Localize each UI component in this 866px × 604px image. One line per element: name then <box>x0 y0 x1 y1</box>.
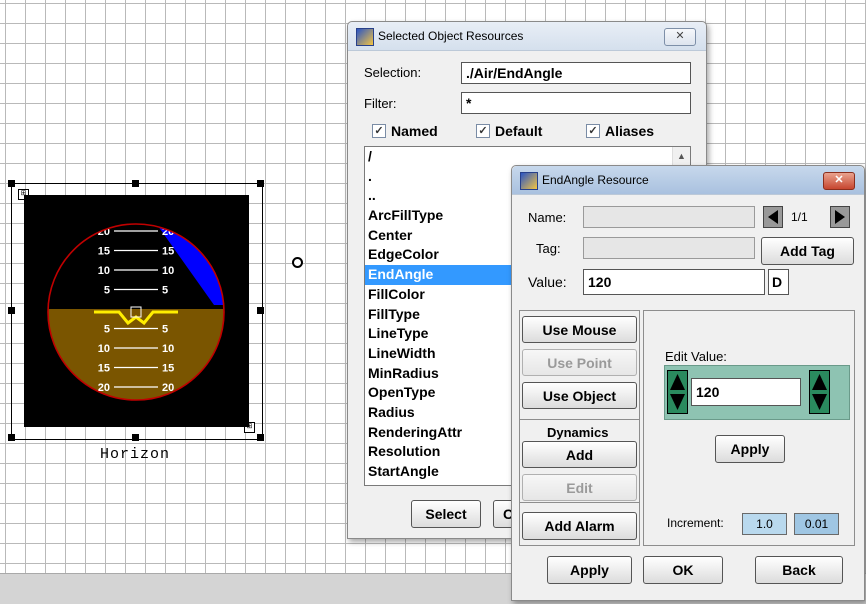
resize-handle[interactable] <box>8 434 15 441</box>
pitch-label: 10 <box>162 265 174 277</box>
selection-input[interactable]: ./Air/EndAngle <box>461 62 691 84</box>
edit-value-label: Edit Value: <box>665 349 727 364</box>
checkbox-label: Named <box>391 123 438 139</box>
selection-label: Selection: <box>364 65 422 80</box>
increment-fine[interactable]: 0.01 <box>794 513 839 535</box>
tag-label: Tag: <box>536 241 561 256</box>
pitch-label: 5 <box>162 324 168 336</box>
previous-arrow-icon[interactable] <box>763 206 783 228</box>
add-dynamics-button[interactable]: Add <box>522 441 637 468</box>
resize-handle[interactable] <box>8 180 15 187</box>
edit-value-input[interactable]: 120 <box>691 378 801 406</box>
pitch-label: 15 <box>98 363 110 375</box>
pitch-label: 5 <box>104 324 110 336</box>
pitch-label: 10 <box>98 343 110 355</box>
close-button[interactable]: ✕ <box>823 172 855 190</box>
value-input[interactable]: 120 <box>583 269 765 295</box>
resize-handle[interactable] <box>257 307 264 314</box>
pitch-label: 15 <box>162 246 174 258</box>
resize-handle[interactable] <box>132 180 139 187</box>
pitch-label: 25 <box>162 402 174 414</box>
pitch-label: 25 <box>98 207 110 219</box>
increment-label: Increment: <box>667 516 724 530</box>
list-item[interactable]: / <box>365 147 690 167</box>
app-icon <box>356 28 374 46</box>
apply-edit-value-button[interactable]: Apply <box>715 435 785 463</box>
add-tag-button[interactable]: Add Tag <box>761 237 854 265</box>
endangle-resource-window: EndAngle Resource ✕ Name: 1/1 Tag: Add T… <box>511 165 865 601</box>
anchor-point-icon[interactable] <box>292 257 303 268</box>
dynamics-label: Dynamics <box>547 425 609 440</box>
pitch-label: 10 <box>162 343 174 355</box>
scroll-up-icon[interactable]: ▲ <box>673 151 690 161</box>
tag-input[interactable] <box>583 237 755 259</box>
increment-spinner-icon[interactable] <box>809 370 830 414</box>
name-label: Name: <box>528 210 567 225</box>
add-alarm-button[interactable]: Add Alarm <box>522 512 637 540</box>
increment-coarse[interactable]: 1.0 <box>742 513 787 535</box>
window-title: Selected Object Resources <box>378 29 524 43</box>
use-point-button[interactable]: Use Point <box>522 349 637 376</box>
back-button[interactable]: Back <box>755 556 843 584</box>
window-title: EndAngle Resource <box>542 173 649 187</box>
apply-button[interactable]: Apply <box>547 556 632 584</box>
horizon-graphic: 25 2520 2015 1510 105 55 510 1015 1520 2025 2530 30 <box>47 207 225 427</box>
page-indicator: 1/1 <box>791 210 808 224</box>
value-label: Value: <box>528 274 567 290</box>
name-input[interactable] <box>583 206 755 228</box>
resize-handle[interactable] <box>132 434 139 441</box>
checkmark-icon: ✓ <box>476 124 490 138</box>
edit-value-panel: Edit Value: 120 Apply Increment: 1.0 0.0… <box>643 310 855 546</box>
aliases-checkbox[interactable]: ✓ Aliases <box>586 123 654 139</box>
checkmark-icon: ✓ <box>372 124 386 138</box>
title-bar[interactable]: EndAngle Resource ✕ <box>512 166 864 195</box>
close-button[interactable]: ✕ <box>664 28 696 46</box>
checkmark-icon: ✓ <box>586 124 600 138</box>
use-mouse-button[interactable]: Use Mouse <box>522 316 637 343</box>
select-button[interactable]: Select <box>411 500 481 528</box>
default-checkbox[interactable]: ✓ Default <box>476 123 542 139</box>
pitch-label: 5 <box>104 285 110 297</box>
checkbox-label: Default <box>495 123 543 139</box>
edit-value-area: 120 <box>664 365 850 420</box>
resize-handle[interactable] <box>257 434 264 441</box>
widget-label: Horizon <box>99 446 170 463</box>
resize-handle[interactable] <box>257 180 264 187</box>
pitch-label: 10 <box>98 265 110 277</box>
checkbox-label: Aliases <box>605 123 655 139</box>
pitch-label: 25 <box>98 402 110 414</box>
title-bar[interactable]: Selected Object Resources ✕ <box>348 22 706 51</box>
edit-dynamics-button[interactable]: Edit <box>522 474 637 501</box>
decrement-spinner-icon[interactable] <box>667 370 688 414</box>
type-indicator[interactable]: D <box>768 269 789 295</box>
resize-handle[interactable] <box>8 307 15 314</box>
ok-button[interactable]: OK <box>643 556 723 584</box>
filter-label: Filter: <box>364 96 397 111</box>
next-arrow-icon[interactable] <box>830 206 850 228</box>
use-object-button[interactable]: Use Object <box>522 382 637 409</box>
horizon-indicator[interactable]: 25 25 20 20 15 15 10 10 5 5 5 5 10 10 15 15 20 20 25 25 30 30 <box>24 195 249 427</box>
pitch-label: 30 <box>162 421 174 427</box>
pitch-label: 5 <box>162 285 168 297</box>
pitch-label: 15 <box>162 363 174 375</box>
app-icon <box>520 172 538 190</box>
pitch-label: 30 <box>98 421 110 427</box>
pitch-label: 25 <box>162 207 174 219</box>
filter-input[interactable]: * <box>461 92 691 114</box>
named-checkbox[interactable]: ✓ Named <box>372 123 438 139</box>
pitch-label: 15 <box>98 246 110 258</box>
